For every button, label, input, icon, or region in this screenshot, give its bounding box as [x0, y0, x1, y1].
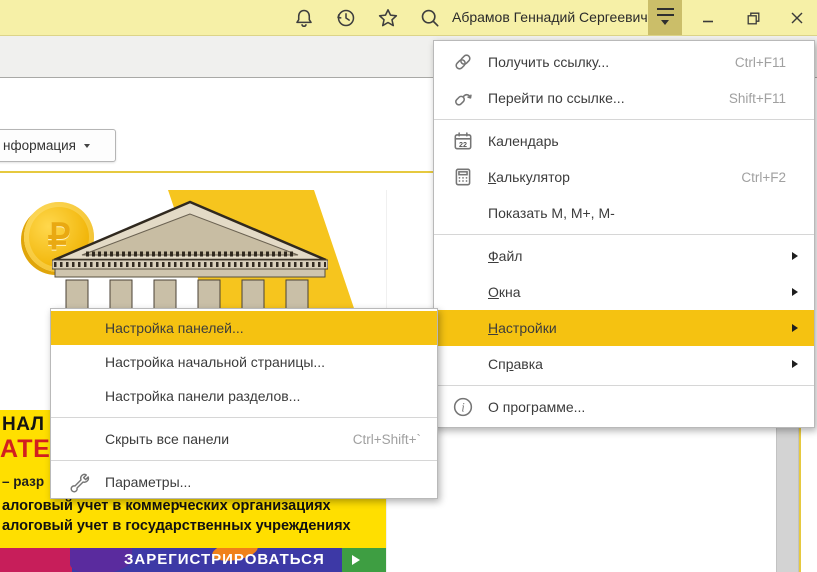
menu-item-get-link[interactable]: Получить ссылку... Ctrl+F11 [434, 44, 814, 80]
submenu-item-hide-all-panels[interactable]: Скрыть все панели Ctrl+Shift+` [51, 422, 437, 456]
vertical-scrollbar[interactable] [776, 428, 799, 572]
user-name[interactable]: Абрамов Геннадий Сергеевич [452, 9, 648, 25]
menu-item-windows[interactable]: Окна [434, 274, 814, 310]
wrench-icon [69, 471, 91, 493]
close-button[interactable] [784, 8, 810, 28]
menu-shortcut: Ctrl+Shift+` [353, 432, 421, 447]
maximize-button[interactable] [740, 8, 766, 28]
ad-subtext-fragment: – разр [2, 474, 44, 489]
building-pediment-graphic [52, 196, 328, 312]
menu-item-settings[interactable]: Настройки [434, 310, 814, 346]
purple-blob-graphic [70, 548, 132, 572]
arrow-right-icon [352, 555, 365, 565]
register-button[interactable]: ЗАРЕГИСТРИРОВАТЬСЯ [0, 545, 386, 572]
submenu-item-parameters[interactable]: Параметры... [51, 465, 437, 499]
info-button-label: нформация [3, 138, 76, 153]
main-menu-dropdown: Получить ссылку... Ctrl+F11 Перейти по с… [433, 40, 815, 428]
notifications-bell-icon[interactable] [293, 7, 315, 29]
menu-separator [434, 234, 814, 235]
submenu-item-panels-setup[interactable]: Настройка панелей... [51, 311, 437, 345]
info-dropdown-button[interactable]: нформация [0, 129, 116, 162]
submenu-arrow-icon [792, 252, 802, 260]
svg-text:22: 22 [459, 141, 467, 149]
main-menu-button[interactable] [648, 0, 682, 35]
calculator-icon [452, 166, 474, 188]
menu-separator [434, 119, 814, 120]
menu-item-show-m[interactable]: Показать М, М+, М- [434, 195, 814, 231]
titlebar: Абрамов Геннадий Сергеевич [0, 0, 817, 36]
svg-text:i: i [461, 400, 464, 414]
ad-line-commercial: алоговый учет в коммерческих организация… [2, 498, 331, 514]
link-icon [452, 51, 474, 73]
favorites-star-icon[interactable] [377, 7, 399, 29]
submenu-arrow-icon [792, 288, 802, 296]
ad-headline-fragment: НАЛ [2, 414, 45, 436]
submenu-arrow-icon [792, 360, 802, 368]
submenu-arrow-icon [792, 324, 802, 332]
menu-shortcut: Shift+F11 [729, 91, 786, 106]
info-icon: i [452, 396, 474, 418]
calendar-icon: 22 [452, 130, 474, 152]
menu-item-calendar[interactable]: 22 Календарь [434, 123, 814, 159]
menu-separator [51, 417, 437, 418]
minimize-button[interactable] [695, 8, 721, 28]
menu-item-help[interactable]: Справка [434, 346, 814, 382]
menu-shortcut: Ctrl+F11 [735, 55, 786, 70]
menu-item-about[interactable]: i О программе... [434, 389, 814, 425]
settings-submenu: Настройка панелей... Настройка начальной… [50, 308, 438, 499]
chevron-down-icon [84, 144, 90, 151]
menu-separator [51, 460, 437, 461]
ad-line-state: алоговый учет в государственных учрежден… [2, 518, 351, 534]
menu-item-file[interactable]: Файл [434, 238, 814, 274]
menu-shortcut: Ctrl+F2 [741, 170, 786, 185]
submenu-item-sections-panel-setup[interactable]: Настройка панели разделов... [51, 379, 437, 413]
link-go-icon [452, 87, 474, 109]
menu-separator [434, 385, 814, 386]
search-icon[interactable] [419, 7, 441, 29]
register-label: ЗАРЕГИСТРИРОВАТЬСЯ [124, 551, 325, 568]
app-window: нформация ₽ НАЛ АТЕЛ – разр ал [0, 0, 817, 572]
menu-item-calculator[interactable]: Калькулятор Ctrl+F2 [434, 159, 814, 195]
submenu-item-start-page-setup[interactable]: Настройка начальной страницы... [51, 345, 437, 379]
menu-item-follow-link[interactable]: Перейти по ссылке... Shift+F11 [434, 80, 814, 116]
history-icon[interactable] [335, 7, 357, 29]
